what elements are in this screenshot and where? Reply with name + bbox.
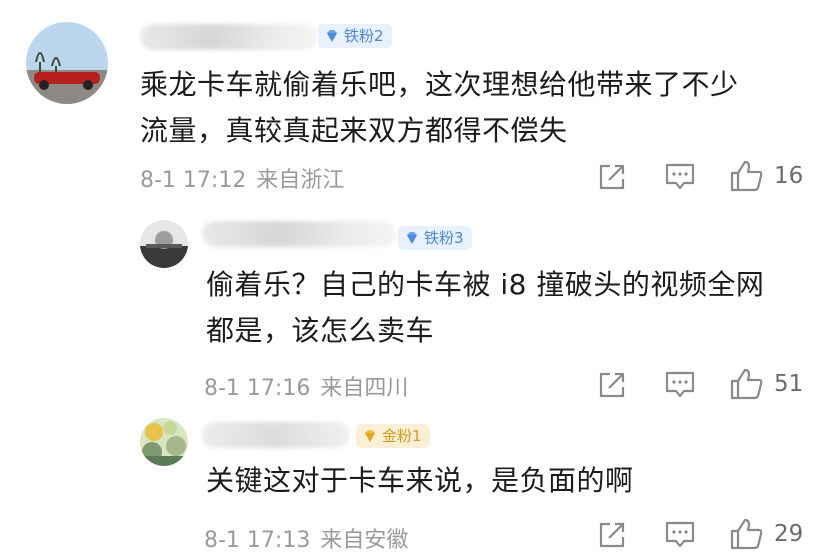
like-count: 29 — [774, 521, 804, 547]
diamond-icon — [327, 30, 337, 42]
fan-badge: 铁粉2 — [318, 24, 392, 48]
comment-text[interactable]: 偷着乐？自己的卡车被 i8 撞破头的视频全网 都是，该怎么卖车 — [206, 262, 806, 354]
username-redacted[interactable] — [202, 422, 350, 448]
share-icon[interactable] — [597, 162, 627, 192]
fan-badge-label: 铁粉3 — [424, 229, 464, 247]
share-icon[interactable] — [597, 370, 627, 400]
comment-icon[interactable] — [664, 370, 696, 400]
comment-location: 来自四川 — [320, 376, 409, 401]
thumbs-up-icon[interactable] — [730, 160, 764, 192]
comment-icon[interactable] — [664, 520, 696, 550]
like-count: 51 — [774, 371, 804, 397]
comment-date: 8-1 17:13 — [204, 528, 311, 553]
avatar[interactable] — [26, 22, 108, 104]
avatar-image — [140, 418, 188, 466]
comment-text[interactable]: 乘龙卡车就偷着乐吧，这次理想给他带来了不少 流量，真较真起来双方都得不偿失 — [140, 62, 820, 154]
avatar-image — [140, 220, 188, 268]
share-icon[interactable] — [597, 520, 627, 550]
thumbs-up-icon[interactable] — [730, 368, 764, 400]
comment-line: 偷着乐？自己的卡车被 i8 撞破头的视频全网 — [206, 268, 765, 301]
comment-meta: 8-1 17:13 来自安徽 — [204, 522, 408, 554]
diamond-icon — [365, 430, 375, 442]
comment-meta: 8-1 17:16 来自四川 — [204, 370, 408, 402]
avatar-image — [26, 22, 108, 104]
comment-location: 来自安徽 — [320, 528, 409, 553]
like-count: 16 — [774, 163, 804, 189]
comment-line: 都是，该怎么卖车 — [206, 314, 435, 347]
diamond-icon — [407, 232, 417, 244]
avatar[interactable] — [140, 418, 188, 466]
fan-badge-label: 金粉1 — [382, 427, 422, 445]
comment-icon[interactable] — [664, 162, 696, 192]
username-redacted[interactable] — [140, 24, 318, 50]
username-redacted[interactable] — [202, 221, 396, 247]
comment-meta: 8-1 17:12 来自浙江 — [140, 162, 344, 194]
comment-line: 流量，真较真起来双方都得不偿失 — [140, 114, 568, 147]
comment-date: 8-1 17:16 — [204, 376, 311, 401]
comment-text[interactable]: 关键这对于卡车来说，是负面的啊 — [206, 458, 806, 504]
comment-date: 8-1 17:12 — [140, 168, 247, 193]
fan-badge: 金粉1 — [356, 424, 430, 448]
comment-location: 来自浙江 — [256, 168, 345, 193]
fan-badge-label: 铁粉2 — [344, 27, 384, 45]
fan-badge: 铁粉3 — [398, 226, 472, 250]
comment-line: 乘龙卡车就偷着乐吧，这次理想给他带来了不少 — [140, 68, 739, 101]
comment-line: 关键这对于卡车来说，是负面的啊 — [206, 464, 634, 497]
avatar[interactable] — [140, 220, 188, 268]
thumbs-up-icon[interactable] — [730, 518, 764, 550]
